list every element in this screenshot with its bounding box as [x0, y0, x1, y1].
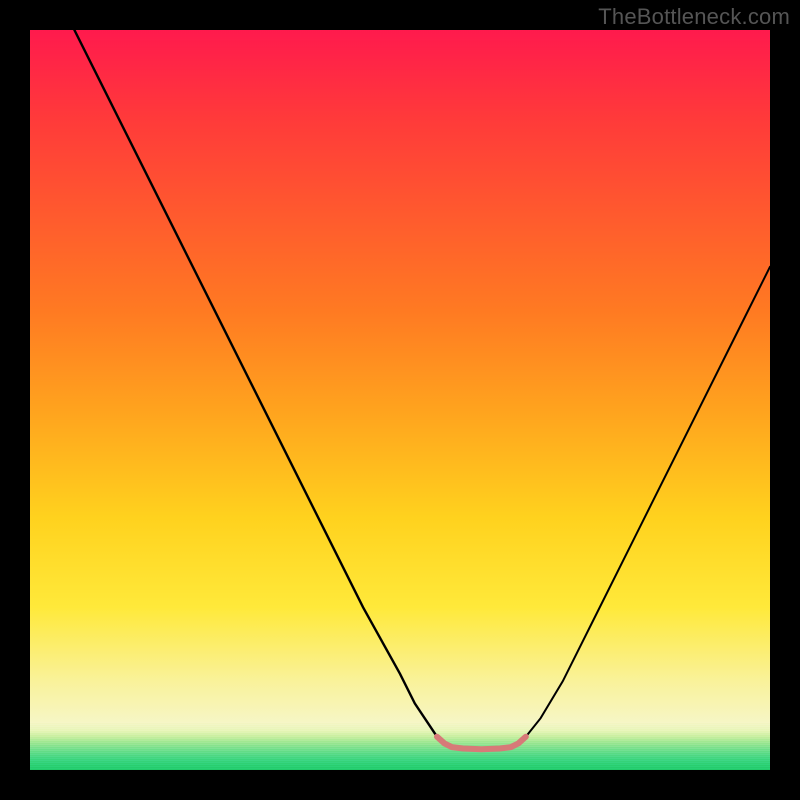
chart-frame: TheBottleneck.com	[0, 0, 800, 800]
optimal-flat-zone	[437, 737, 526, 750]
curve-svg	[30, 30, 770, 770]
bottleneck-curve-left	[74, 30, 437, 737]
watermark-text: TheBottleneck.com	[598, 4, 790, 30]
plot-area	[30, 30, 770, 770]
series-group	[74, 30, 770, 749]
bottleneck-curve-right	[526, 267, 770, 737]
